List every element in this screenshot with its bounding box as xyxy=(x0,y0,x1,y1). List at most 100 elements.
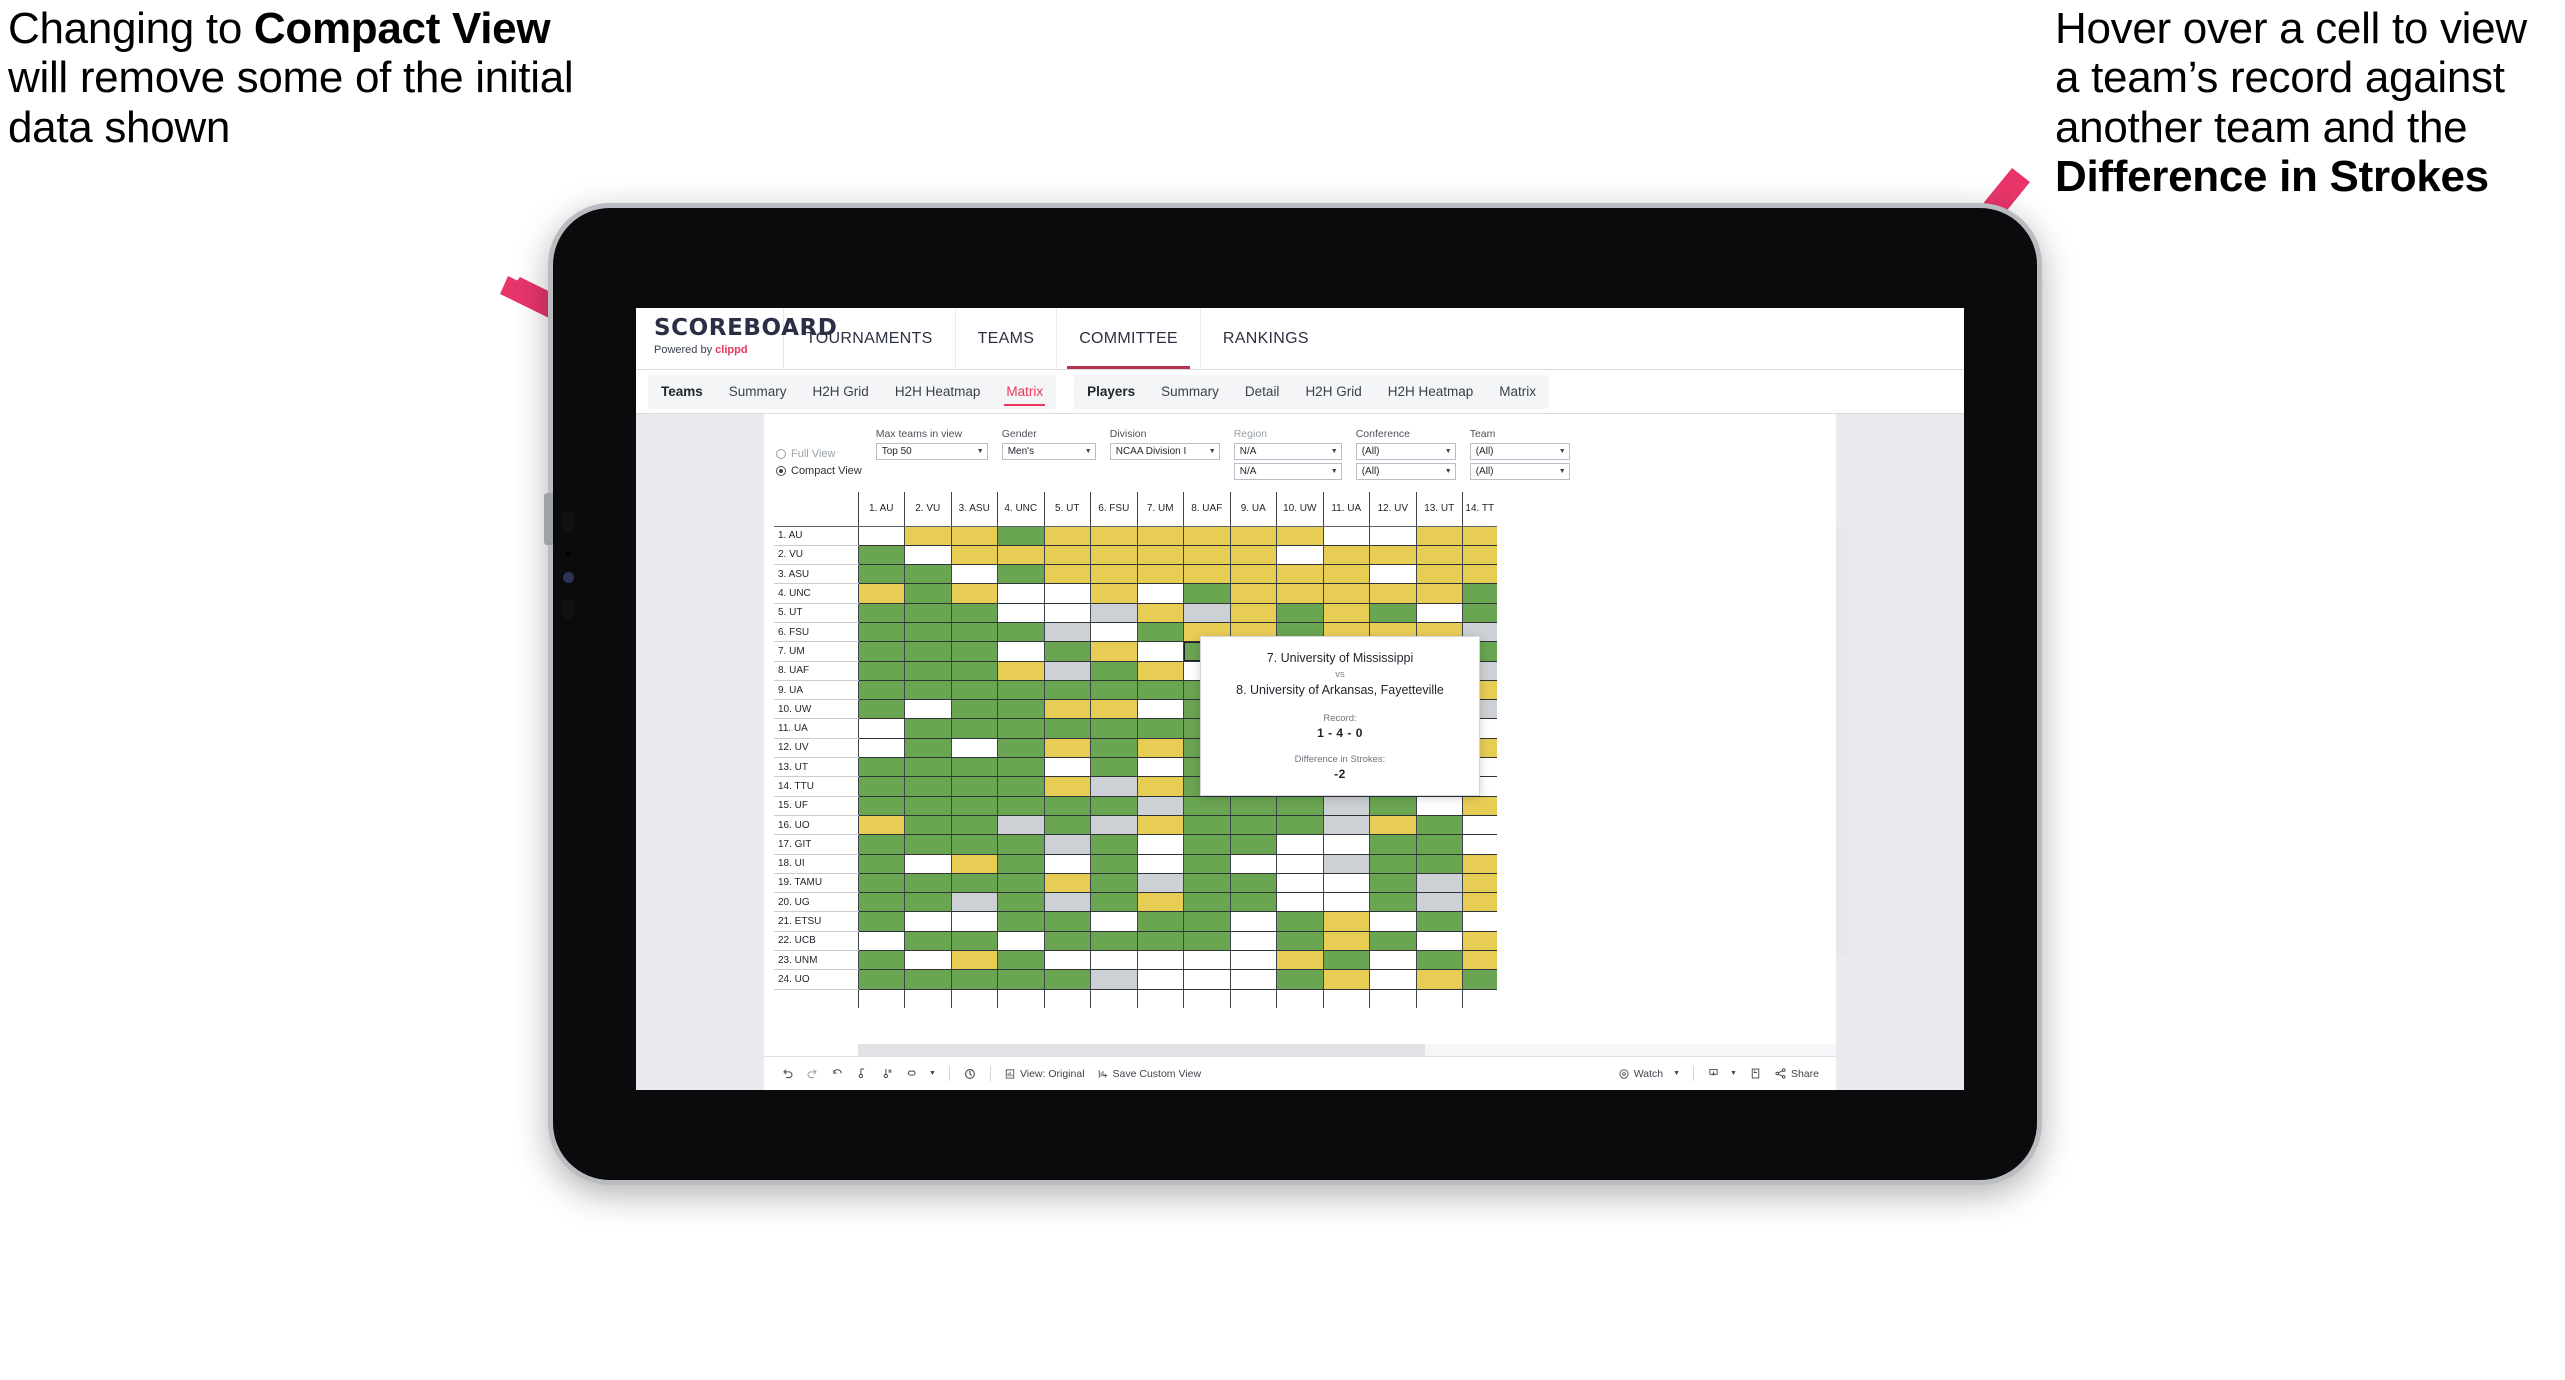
matrix-cell[interactable] xyxy=(997,950,1044,971)
matrix-cell[interactable] xyxy=(1415,526,1463,546)
matrix-cell[interactable] xyxy=(997,911,1044,932)
matrix-cell[interactable] xyxy=(997,815,1044,836)
radio-full-view[interactable]: Full View xyxy=(776,445,862,462)
matrix-cell[interactable] xyxy=(997,796,1044,816)
matrix-cell[interactable] xyxy=(1136,776,1184,797)
filter-max-teams-select[interactable]: Top 50 ▼ xyxy=(875,443,988,460)
matrix-cell[interactable] xyxy=(1276,545,1323,566)
matrix-cell[interactable] xyxy=(1462,969,1497,990)
matrix-cell[interactable] xyxy=(1369,834,1416,855)
matrix-cell[interactable] xyxy=(1183,873,1230,894)
filter-team-select-1[interactable]: (All) ▼ xyxy=(1469,443,1570,460)
matrix-column-header[interactable]: 10. UW xyxy=(1276,492,1323,527)
matrix-cell[interactable] xyxy=(997,699,1044,720)
matrix-cell[interactable] xyxy=(997,603,1044,623)
matrix-cell[interactable] xyxy=(1462,854,1497,874)
filter-gender-select[interactable]: Men's ▼ xyxy=(1001,443,1096,460)
revert-button[interactable] xyxy=(826,1061,849,1087)
matrix-row-header[interactable]: 24. UO xyxy=(774,969,858,990)
matrix-column-header[interactable]: 9. UA xyxy=(1229,492,1277,527)
matrix-cell[interactable] xyxy=(1229,796,1277,816)
matrix-cell[interactable] xyxy=(1369,796,1416,816)
matrix-cell[interactable] xyxy=(1090,738,1137,759)
topnav-committee[interactable]: COMMITTEE xyxy=(1057,308,1201,369)
matrix-cell[interactable] xyxy=(1462,583,1497,604)
matrix-cell[interactable] xyxy=(1322,815,1370,836)
matrix-row-header[interactable]: 21. ETSU xyxy=(774,911,858,932)
matrix-cell[interactable] xyxy=(1043,583,1091,604)
matrix-cell[interactable] xyxy=(1043,564,1091,585)
matrix-cell[interactable] xyxy=(1415,796,1463,816)
matrix-cell[interactable] xyxy=(950,641,998,662)
matrix-cell[interactable] xyxy=(1136,583,1184,604)
matrix-cell[interactable] xyxy=(1136,526,1184,546)
matrix-row-header[interactable]: 22. UCB xyxy=(774,931,858,952)
filter-region-select-2[interactable]: N/A ▼ xyxy=(1233,463,1342,480)
matrix-cell[interactable] xyxy=(1183,583,1230,604)
topnav-teams[interactable]: TEAMS xyxy=(956,308,1058,369)
matrix-cell[interactable] xyxy=(1136,815,1184,836)
matrix-row-header[interactable]: 15. UF xyxy=(774,796,858,816)
matrix-cell[interactable] xyxy=(1043,680,1091,701)
matrix-cell[interactable] xyxy=(997,583,1044,604)
matrix-cell[interactable] xyxy=(857,815,905,836)
matrix-cell[interactable] xyxy=(1276,854,1323,874)
matrix-cell[interactable] xyxy=(1369,911,1416,932)
matrix-cell[interactable] xyxy=(1415,969,1463,990)
matrix-cell[interactable] xyxy=(950,583,998,604)
matrix-cell[interactable] xyxy=(997,873,1044,894)
matrix-cell[interactable] xyxy=(950,854,998,874)
matrix-cell[interactable] xyxy=(1415,873,1463,894)
matrix-row-header[interactable]: 11. UA xyxy=(774,718,858,739)
subnav-teams-h2h-grid[interactable]: H2H Grid xyxy=(800,375,882,409)
matrix-cell[interactable] xyxy=(1322,854,1370,874)
matrix-cell[interactable] xyxy=(997,776,1044,797)
matrix-cell[interactable] xyxy=(904,815,951,836)
matrix-cell[interactable] xyxy=(1183,854,1230,874)
matrix-cell[interactable] xyxy=(1229,854,1277,874)
matrix-cell[interactable] xyxy=(1043,931,1091,952)
tablet-button-top[interactable] xyxy=(544,493,553,545)
matrix-cell[interactable] xyxy=(1043,545,1091,566)
matrix-cell[interactable] xyxy=(1322,911,1370,932)
matrix-cell[interactable] xyxy=(1043,815,1091,836)
subnav-teams-summary[interactable]: Summary xyxy=(716,375,800,409)
matrix-row-header[interactable]: 10. UW xyxy=(774,699,858,720)
matrix-cell[interactable] xyxy=(1136,564,1184,585)
matrix-cell[interactable] xyxy=(904,757,951,778)
matrix-cell[interactable] xyxy=(1136,718,1184,739)
matrix-cell[interactable] xyxy=(1369,950,1416,971)
matrix-cell[interactable] xyxy=(904,526,951,546)
matrix-cell[interactable] xyxy=(904,545,951,566)
matrix-cell[interactable] xyxy=(857,564,905,585)
matrix-cell[interactable] xyxy=(1043,757,1091,778)
matrix-cell[interactable] xyxy=(1090,815,1137,836)
matrix-cell[interactable] xyxy=(1415,564,1463,585)
matrix-cell[interactable] xyxy=(1229,526,1277,546)
matrix-cell[interactable] xyxy=(1090,911,1137,932)
matrix-cell[interactable] xyxy=(1043,969,1091,990)
matrix-cell[interactable] xyxy=(1136,738,1184,759)
matrix-cell[interactable] xyxy=(950,718,998,739)
matrix-cell[interactable] xyxy=(904,738,951,759)
matrix-cell[interactable] xyxy=(950,526,998,546)
matrix-cell[interactable] xyxy=(1090,969,1137,990)
matrix-cell[interactable] xyxy=(1276,603,1323,623)
fullscreen-button[interactable] xyxy=(1744,1061,1767,1087)
matrix-cell[interactable] xyxy=(857,950,905,971)
matrix-cell[interactable] xyxy=(904,873,951,894)
matrix-cell[interactable] xyxy=(1276,564,1323,585)
matrix-cell[interactable] xyxy=(1136,661,1184,681)
matrix-cell[interactable] xyxy=(1183,834,1230,855)
app-logo[interactable]: SCOREBOARD Powered by clippd xyxy=(636,308,837,369)
matrix-row-header[interactable]: 17. GIT xyxy=(774,834,858,855)
matrix-cell[interactable] xyxy=(1043,526,1091,546)
matrix-row-header[interactable]: 4. UNC xyxy=(774,583,858,604)
matrix-cell[interactable] xyxy=(1229,892,1277,913)
matrix-cell[interactable] xyxy=(904,834,951,855)
matrix-cell[interactable] xyxy=(1136,680,1184,701)
matrix-cell[interactable] xyxy=(997,931,1044,952)
matrix-cell[interactable] xyxy=(950,738,998,759)
subnav-teams-h2h-heatmap[interactable]: H2H Heatmap xyxy=(882,375,994,409)
matrix-cell[interactable] xyxy=(950,603,998,623)
